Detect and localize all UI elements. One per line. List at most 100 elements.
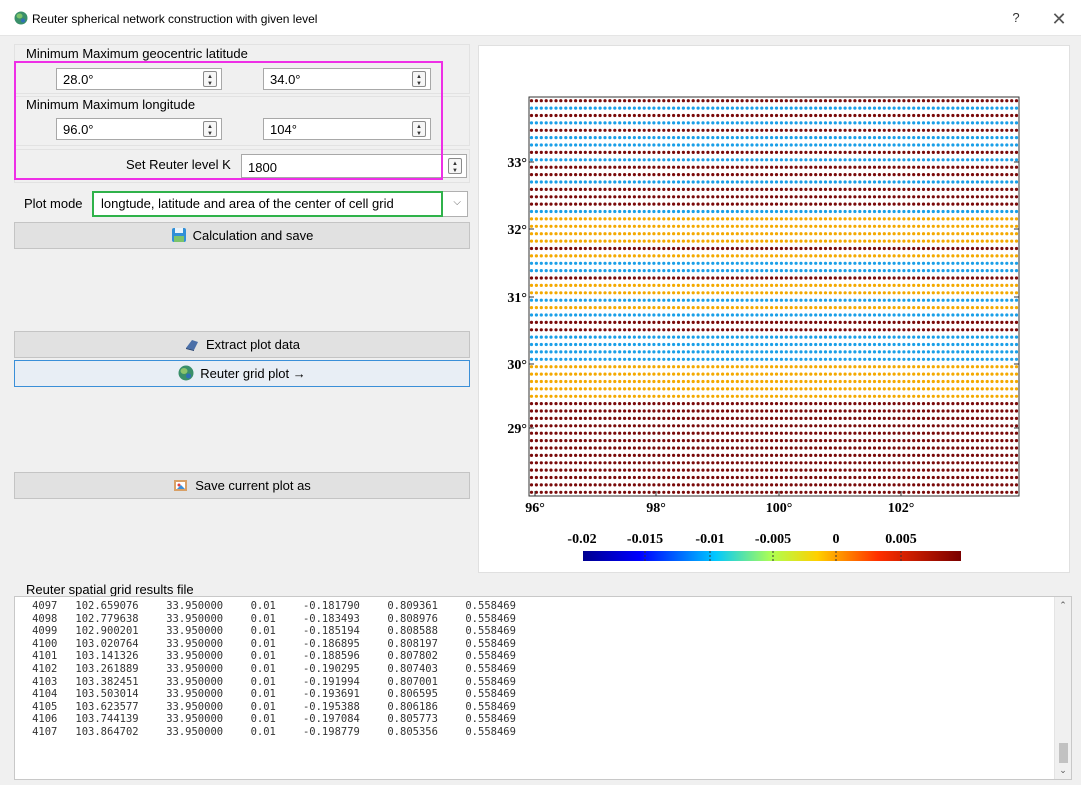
grid-point — [956, 291, 960, 295]
grid-point — [632, 357, 636, 361]
grid-point — [863, 453, 867, 457]
grid-point — [696, 439, 700, 443]
grid-point — [701, 372, 705, 376]
grid-point — [721, 202, 725, 206]
grid-point — [995, 121, 999, 125]
grid-point — [907, 298, 911, 302]
grid-point — [853, 209, 857, 214]
grid-point — [593, 328, 597, 332]
grid-point — [603, 150, 607, 154]
grid-point — [926, 232, 930, 236]
grid-point — [652, 232, 656, 236]
grid-point — [868, 298, 872, 302]
grid-point — [931, 180, 935, 184]
grid-point — [848, 342, 852, 347]
grid-point — [691, 298, 695, 302]
grid-point — [921, 372, 926, 376]
grid-point — [608, 439, 612, 443]
grid-point — [868, 409, 872, 413]
grid-point — [774, 306, 779, 310]
grid-point — [990, 416, 994, 420]
grid-point — [926, 254, 930, 258]
grid-point — [716, 143, 720, 147]
reuter-grid-plot-button[interactable]: Reuter grid plot → — [14, 360, 470, 387]
grid-point — [966, 350, 970, 354]
grid-point — [819, 409, 823, 413]
grid-point — [765, 357, 769, 361]
grid-point — [779, 328, 783, 332]
grid-point — [975, 394, 979, 398]
chevron-down-icon[interactable]: ⌵ — [453, 197, 461, 208]
grid-point — [632, 453, 636, 457]
grid-point — [554, 224, 558, 228]
spin-arrows-icon[interactable]: ▲ ▼ — [448, 158, 462, 174]
grid-point — [706, 372, 710, 376]
grid-point — [941, 283, 945, 287]
grid-point — [632, 365, 636, 369]
grid-point — [985, 379, 989, 384]
grid-point — [549, 276, 553, 280]
grid-point — [951, 365, 955, 369]
grid-point — [725, 335, 730, 339]
grid-point — [549, 173, 553, 177]
grid-point — [593, 276, 597, 280]
grid-point — [598, 143, 602, 147]
grid-point — [975, 158, 979, 162]
grid-point — [823, 320, 828, 324]
grid-point — [1000, 121, 1004, 125]
grid-point — [583, 158, 587, 162]
grid-point — [676, 416, 681, 420]
help-button[interactable]: ? — [1006, 10, 1026, 28]
grid-point — [755, 150, 759, 154]
grid-point — [691, 180, 695, 184]
grid-point — [853, 121, 857, 125]
grid-point — [819, 453, 823, 457]
grid-point — [593, 99, 597, 103]
grid-point — [980, 150, 984, 154]
grid-point — [696, 158, 700, 162]
grid-point — [892, 387, 896, 391]
grid-point — [814, 372, 818, 376]
grid-point — [853, 387, 857, 391]
grid-point — [843, 416, 847, 420]
grid-point — [750, 461, 754, 465]
grid-point — [936, 424, 940, 428]
close-button[interactable]: ✕ — [1048, 8, 1070, 30]
grid-point — [941, 180, 945, 184]
grid-point — [701, 439, 705, 443]
grid-point — [603, 439, 607, 443]
grid-point — [686, 298, 690, 302]
grid-point — [907, 173, 911, 177]
grid-point — [990, 209, 994, 214]
calculation-save-button[interactable]: Calculation and save — [14, 222, 470, 249]
grid-point — [642, 379, 646, 384]
grid-point — [559, 320, 563, 324]
grid-point — [652, 424, 656, 428]
grid-point — [598, 217, 602, 221]
save-current-plot-button[interactable]: Save current plot as — [14, 472, 470, 499]
grid-point — [770, 269, 774, 273]
grid-point — [814, 298, 818, 302]
grid-point — [975, 239, 979, 243]
grid-point — [559, 439, 563, 443]
reuter-grid-plot[interactable]: 33°32°31°30°29°96° 98° 100° 102°-0.02 -0.015… — [479, 46, 1069, 572]
grid-point — [618, 254, 622, 258]
grid-point — [926, 187, 930, 191]
grid-point — [623, 239, 627, 243]
grid-point — [926, 379, 930, 384]
grid-point — [564, 209, 568, 214]
grid-point — [608, 150, 612, 154]
grid-point — [961, 121, 965, 125]
grid-point — [583, 461, 587, 465]
grid-point — [770, 99, 774, 103]
grid-point — [730, 306, 734, 310]
extract-plot-data-button[interactable]: Extract plot data — [14, 331, 470, 358]
grid-point — [882, 121, 886, 125]
grid-point — [662, 246, 666, 251]
grid-point — [583, 291, 587, 295]
grid-point — [686, 232, 690, 236]
grid-point — [804, 372, 808, 376]
grid-point — [760, 350, 764, 354]
grid-point — [760, 187, 764, 191]
grid-point — [588, 158, 592, 162]
